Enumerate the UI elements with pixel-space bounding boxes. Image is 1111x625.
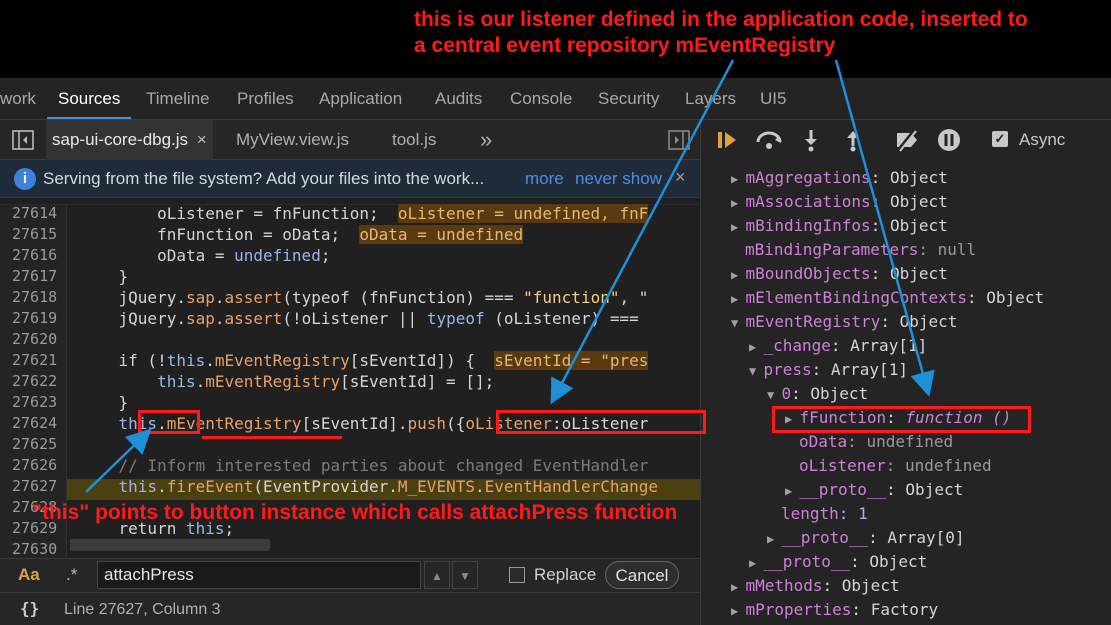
annotation-bottom: "this" points to button instance which c… (32, 501, 678, 524)
arrow-to-ffunction (834, 59, 935, 397)
annotation-arrows (85, 59, 935, 493)
arrow-to-olistener (550, 59, 735, 405)
arrow-to-this (85, 428, 152, 493)
